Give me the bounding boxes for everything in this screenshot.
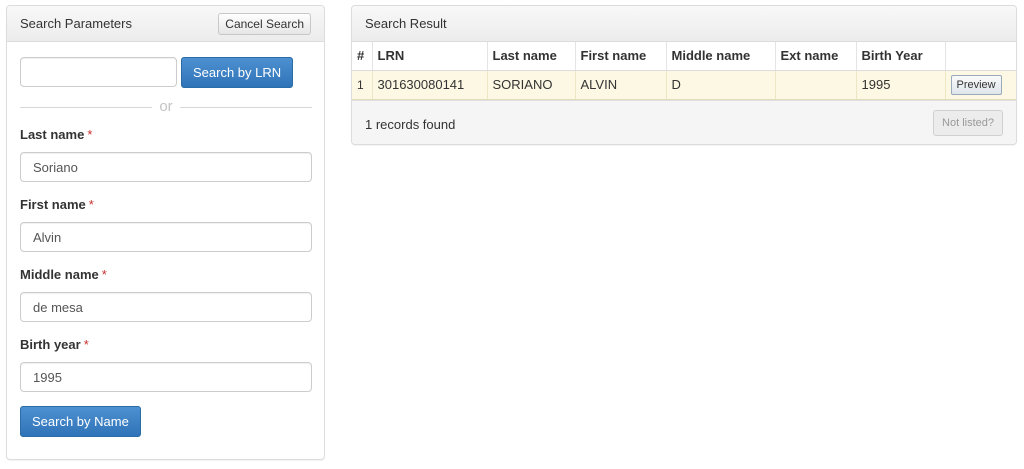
birth-year-input[interactable] xyxy=(20,362,312,392)
search-result-panel: Search Result # LRN Last name First name… xyxy=(351,5,1017,145)
or-text: or xyxy=(159,98,173,115)
column-header-lrn: LRN xyxy=(372,42,488,71)
birth-year-label-text: Birth year xyxy=(20,337,81,352)
search-result-footer: 1 records found Not listed? xyxy=(352,100,1016,144)
search-parameters-heading: Search Parameters Cancel Search xyxy=(7,6,324,42)
column-header-number: # xyxy=(352,42,373,71)
first-name-label-text: First name xyxy=(20,197,86,212)
cell-action: Preview xyxy=(945,70,1016,100)
cell-number: 1 xyxy=(352,70,373,100)
column-header-first-name: First name xyxy=(575,42,667,71)
table-header-row: # LRN Last name First name Middle name E… xyxy=(352,42,1016,71)
cell-birth-year: 1995 xyxy=(856,70,946,100)
column-header-middle-name: Middle name xyxy=(666,42,776,71)
search-result-title: Search Result xyxy=(365,16,447,31)
column-header-last-name: Last name xyxy=(487,42,576,71)
search-parameters-panel: Search Parameters Cancel Search Search b… xyxy=(6,5,325,460)
records-found-text: 1 records found xyxy=(365,117,456,132)
middle-name-label: Middle name * xyxy=(20,267,107,282)
required-mark: * xyxy=(88,197,94,212)
required-mark: * xyxy=(83,337,89,352)
column-header-birth-year: Birth Year xyxy=(856,42,946,71)
middle-name-input[interactable] xyxy=(20,292,312,322)
first-name-input[interactable] xyxy=(20,222,312,252)
last-name-label: Last name * xyxy=(20,127,92,142)
cell-lrn: 301630080141 xyxy=(372,70,488,100)
required-mark: * xyxy=(87,127,93,142)
not-listed-button[interactable]: Not listed? xyxy=(933,110,1003,136)
cell-middle-name: D xyxy=(666,70,776,100)
required-mark: * xyxy=(101,267,107,282)
cell-first-name: ALVIN xyxy=(575,70,667,100)
search-parameters-title: Search Parameters xyxy=(20,16,132,31)
preview-button[interactable]: Preview xyxy=(950,74,1002,95)
middle-name-label-text: Middle name xyxy=(20,267,99,282)
search-by-name-button[interactable]: Search by Name xyxy=(20,406,141,437)
search-by-lrn-button[interactable]: Search by LRN xyxy=(181,57,294,88)
results-table: # LRN Last name First name Middle name E… xyxy=(352,42,1016,100)
last-name-label-text: Last name xyxy=(20,127,85,142)
column-header-action xyxy=(945,42,1016,71)
lrn-input[interactable] xyxy=(20,57,177,87)
search-result-heading: Search Result xyxy=(352,6,1016,42)
or-divider: or xyxy=(20,98,312,116)
cell-ext-name xyxy=(775,70,857,100)
cell-last-name: SORIANO xyxy=(487,70,576,100)
birth-year-label: Birth year * xyxy=(20,337,89,352)
cancel-search-button[interactable]: Cancel Search xyxy=(218,12,311,35)
first-name-label: First name * xyxy=(20,197,94,212)
table-row[interactable]: 1 301630080141 SORIANO ALVIN D 1995 Prev… xyxy=(352,70,1016,100)
column-header-ext-name: Ext name xyxy=(775,42,857,71)
last-name-input[interactable] xyxy=(20,152,312,182)
